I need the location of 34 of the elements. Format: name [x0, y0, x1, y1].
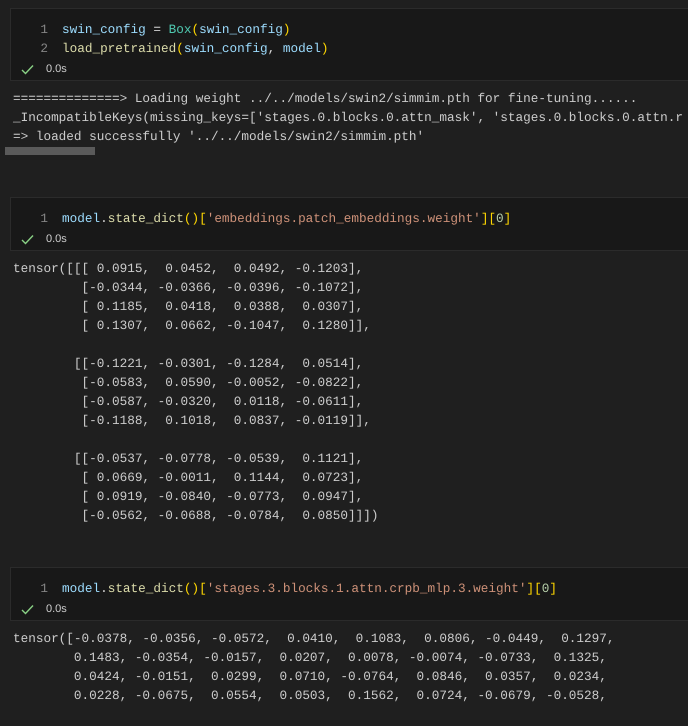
output-line: [-0.1188, 0.1018, 0.0837, -0.0119]], — [80, 412, 371, 430]
code-line: load_pretrained(swin_config, model) — [62, 41, 329, 56]
output-line: [ 0.0919, -0.0840, -0.0773, 0.0947], — [80, 488, 364, 506]
output-line: 0.1483, -0.0354, -0.0157, 0.0207, 0.0078, -0.0074, -0.0733, 0.1325, — [72, 649, 607, 667]
output-line: [-0.0344, -0.0366, -0.0396, -0.1072], — [80, 279, 364, 297]
code-cell[interactable]: 1 model.state_dict()['stages.3.blocks.1.attn.crpb_mlp.3.weight'][0] 0.0s — [10, 567, 688, 621]
execution-time: 0.0s — [46, 603, 67, 615]
code-line: model.state_dict()['embeddings.patch_embeddings.weight'][0] — [62, 211, 512, 226]
line-number: 2 — [39, 41, 49, 56]
code-line: model.state_dict()['stages.3.blocks.1.attn.crpb_mlp.3.weight'][0] — [62, 581, 557, 596]
output-line: [-0.0562, -0.0688, -0.0784, 0.0850]]]) — [80, 507, 378, 525]
line-number: 1 — [39, 581, 49, 596]
execution-time: 0.0s — [46, 233, 67, 245]
output-line: 0.0228, -0.0675, 0.0554, 0.0503, 0.1562, 0.0724, -0.0679, -0.0528, — [72, 687, 607, 705]
output-line: [ 0.1307, 0.0662, -0.1047, 0.1280]], — [80, 317, 371, 335]
output-line: [[-0.0537, -0.0778, -0.0539, 0.1121], — [72, 450, 364, 468]
output-line: [[-0.1221, -0.0301, -0.1284, 0.0514], — [72, 355, 364, 373]
output-line: => loaded successfully '../../models/swin2/simmim.pth' — [13, 128, 424, 146]
line-number: 1 — [39, 211, 49, 226]
scrollbar[interactable] — [5, 147, 95, 155]
output-line: [ 0.0669, -0.0011, 0.1144, 0.0723], — [80, 469, 364, 487]
line-number: 1 — [39, 22, 49, 37]
output-line: _IncompatibleKeys(missing_keys=['stages.0.blocks.0.attn_mask', 'stages.0.blocks.0.attn.r — [13, 109, 684, 127]
output-line: [-0.0583, 0.0590, -0.0052, -0.0822], — [80, 374, 364, 392]
output-line: tensor([-0.0378, -0.0356, -0.0572, 0.0410, 0.1083, 0.0806, -0.0449, 0.1297, — [13, 630, 614, 648]
execution-time: 0.0s — [46, 63, 67, 75]
code-line: swin_config = Box(swin_config) — [62, 22, 290, 37]
code-cell[interactable]: 1 model.state_dict()['embeddings.patch_embeddings.weight'][0] 0.0s — [10, 197, 688, 251]
output-line: ==============> Loading weight ../../models/swin2/simmim.pth for fine-tuning...... — [13, 90, 638, 108]
output-line: [ 0.1185, 0.0418, 0.0388, 0.0307], — [80, 298, 364, 316]
code-cell[interactable]: 1 swin_config = Box(swin_config) 2 load_pretrained(swin_config, model) 0.0s — [10, 8, 688, 81]
output-line: [-0.0587, -0.0320, 0.0118, -0.0611], — [80, 393, 364, 411]
output-line: 0.0424, -0.0151, 0.0299, 0.0710, -0.0764, 0.0846, 0.0357, 0.0234, — [72, 668, 607, 686]
output-line: tensor([[[ 0.0915, 0.0452, 0.0492, -0.1203], — [13, 260, 364, 278]
